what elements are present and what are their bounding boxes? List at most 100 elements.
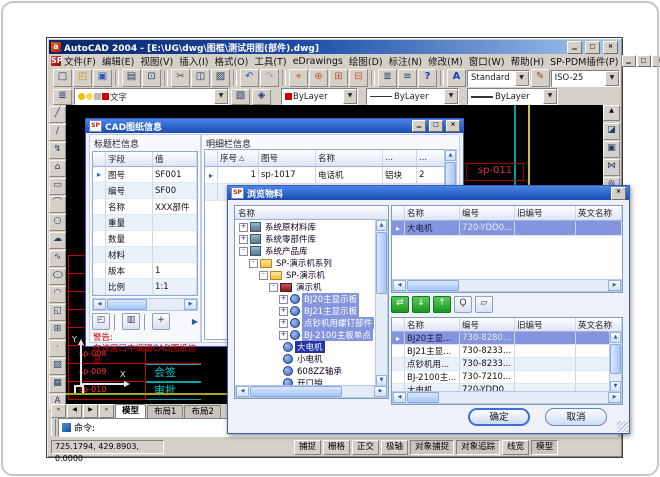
- chevron-down-icon[interactable]: ▼: [605, 71, 619, 86]
- column-header-field[interactable]: 字段: [106, 152, 153, 166]
- menu-insert[interactable]: 插入(I): [176, 54, 211, 68]
- layer-manager-button[interactable]: ≣: [378, 69, 397, 87]
- ortho-toggle[interactable]: 正交: [352, 440, 379, 455]
- help-button[interactable]: ?: [418, 69, 437, 87]
- scroll-right-icon[interactable]: ▶: [184, 299, 197, 310]
- tree-item[interactable]: +系统零部件库: [237, 233, 388, 245]
- open-template-button[interactable]: ◰: [92, 313, 110, 330]
- scroll-thumb[interactable]: [107, 299, 147, 310]
- table-row[interactable]: 版本1: [93, 263, 197, 279]
- chevron-down-icon[interactable]: ▼: [515, 71, 529, 86]
- redo-button[interactable]: ↷: [260, 69, 279, 87]
- dim-style-combo[interactable]: ISO-25▼: [551, 70, 620, 87]
- move-up-icon[interactable]: ↑: [433, 296, 451, 313]
- collapse-icon[interactable]: -: [269, 283, 278, 292]
- table-row[interactable]: BJ-2100主... 730-7210...: [392, 371, 622, 384]
- spline-button[interactable]: ∿: [49, 250, 66, 267]
- copy-object-button[interactable]: ▣: [603, 141, 620, 158]
- snap-toggle[interactable]: 捕捉: [294, 440, 321, 455]
- rectangle-button[interactable]: ▭: [49, 178, 66, 195]
- polar-toggle[interactable]: 极轴: [381, 440, 408, 455]
- line-button[interactable]: ╱: [49, 106, 66, 123]
- ellipse-button[interactable]: ○: [49, 268, 66, 285]
- menu-tools[interactable]: 工具(T): [251, 54, 289, 68]
- scroll-thumb[interactable]: [407, 392, 439, 403]
- scroll-left-icon[interactable]: ◀: [93, 299, 106, 310]
- menu-modify[interactable]: 修改(M): [425, 54, 466, 68]
- scroll-up-icon[interactable]: ▲: [445, 150, 456, 161]
- open-folder-icon[interactable]: ▱: [475, 296, 493, 313]
- move-down-icon[interactable]: ↓: [412, 296, 430, 313]
- scroll-right-icon[interactable]: ▶: [374, 386, 387, 397]
- vertical-scrollbar[interactable]: ▲ ▼: [609, 331, 622, 393]
- menu-dimension[interactable]: 标注(N): [386, 54, 426, 68]
- column-header-name[interactable]: 名称: [405, 206, 460, 220]
- grid-toggle[interactable]: 栅格: [323, 440, 350, 455]
- menu-format[interactable]: 格式(O): [211, 54, 251, 68]
- menu-sp-pdm[interactable]: SP-PDM插件(P): [547, 54, 621, 68]
- table-row[interactable]: 点钞机用... 730-8233...: [392, 358, 622, 371]
- horizontal-scrollbar[interactable]: ◀ ▶: [392, 391, 622, 404]
- collapse-icon[interactable]: -: [239, 247, 248, 256]
- scroll-thumb[interactable]: [407, 280, 459, 291]
- new-button[interactable]: □: [53, 69, 72, 87]
- column-header-material[interactable]: ...: [383, 150, 417, 166]
- child-close-button[interactable]: ×: [652, 55, 660, 67]
- arc-button[interactable]: ⌒: [49, 196, 66, 213]
- cancel-button[interactable]: 取消: [545, 408, 607, 426]
- layer-combo[interactable]: 文字 ▼: [74, 88, 229, 105]
- restore-button[interactable]: □: [585, 41, 600, 54]
- scroll-up-icon[interactable]: ▲: [603, 105, 620, 121]
- save-button[interactable]: ▣: [93, 69, 112, 87]
- expand-icon[interactable]: +: [239, 223, 248, 232]
- cut-button[interactable]: ✂: [171, 69, 190, 87]
- make-layer-current-button[interactable]: ▧: [231, 89, 250, 105]
- otrack-toggle[interactable]: 对象追踪: [456, 440, 500, 455]
- menu-help[interactable]: 帮助(H): [508, 54, 548, 68]
- open-button[interactable]: ◰: [73, 69, 92, 87]
- pan-button[interactable]: ⌖: [289, 69, 308, 87]
- table-row[interactable]: 材料: [93, 247, 197, 263]
- child-minimize-button[interactable]: ▁: [622, 55, 636, 67]
- plot-button[interactable]: ▤: [122, 69, 141, 87]
- ellipse-arc-button[interactable]: ◠: [49, 286, 66, 303]
- color-combo[interactable]: ByLayer ▼: [281, 88, 358, 105]
- table-row[interactable]: 数量: [93, 231, 197, 247]
- tree-item[interactable]: 608ZZ轴承: [237, 365, 388, 377]
- polygon-button[interactable]: ⌂: [49, 160, 66, 177]
- scroll-thumb[interactable]: [250, 386, 342, 397]
- horizontal-scrollbar[interactable]: ◀ ▶: [392, 279, 622, 292]
- mirror-button[interactable]: ⋈: [603, 159, 620, 176]
- table-row[interactable]: BJ21主显... 730-8233...: [392, 345, 622, 358]
- close-button[interactable]: ×: [446, 120, 460, 132]
- text-style-combo[interactable]: Standard▼: [467, 70, 530, 87]
- tree-item[interactable]: +系统原材料库: [237, 221, 388, 233]
- undo-button[interactable]: ↶: [240, 69, 259, 87]
- ok-button[interactable]: 确定: [468, 408, 530, 426]
- scroll-thumb[interactable]: [376, 232, 387, 294]
- polyline-button[interactable]: ↯: [49, 142, 66, 159]
- paste-button[interactable]: ▨: [211, 69, 230, 87]
- expand-icon[interactable]: +: [279, 319, 288, 328]
- zoom-realtime-button[interactable]: ⊕: [309, 69, 328, 87]
- table-row-selected[interactable]: ▸ BJ20主显... 730-8280...: [392, 332, 622, 345]
- lineweight-toggle[interactable]: 线宽: [502, 440, 529, 455]
- tree-vertical-scrollbar[interactable]: ▲ ▼: [375, 219, 388, 387]
- chevron-down-icon[interactable]: ▼: [543, 89, 557, 104]
- column-header-code[interactable]: 编号: [460, 318, 515, 331]
- lineweight-combo[interactable]: ByLayer ▼: [467, 88, 558, 105]
- insert-block-button[interactable]: ◱: [49, 304, 66, 321]
- close-button[interactable]: ×: [611, 187, 626, 200]
- chevron-down-icon[interactable]: ▼: [343, 89, 357, 104]
- point-button[interactable]: ·: [49, 340, 66, 357]
- close-button[interactable]: ×: [603, 41, 618, 54]
- scroll-up-icon[interactable]: ▲: [376, 220, 387, 231]
- resize-grip[interactable]: [617, 421, 628, 432]
- hatch-button[interactable]: ▨: [49, 358, 66, 375]
- tree-item[interactable]: -SP-演示机: [237, 269, 388, 281]
- copy-button[interactable]: ◫: [191, 69, 210, 87]
- column-header-oldcode[interactable]: 旧编号: [515, 318, 576, 331]
- properties-button[interactable]: ≡: [398, 69, 417, 87]
- revision-cloud-button[interactable]: ☁: [49, 232, 66, 249]
- add-field-button[interactable]: +: [152, 313, 170, 330]
